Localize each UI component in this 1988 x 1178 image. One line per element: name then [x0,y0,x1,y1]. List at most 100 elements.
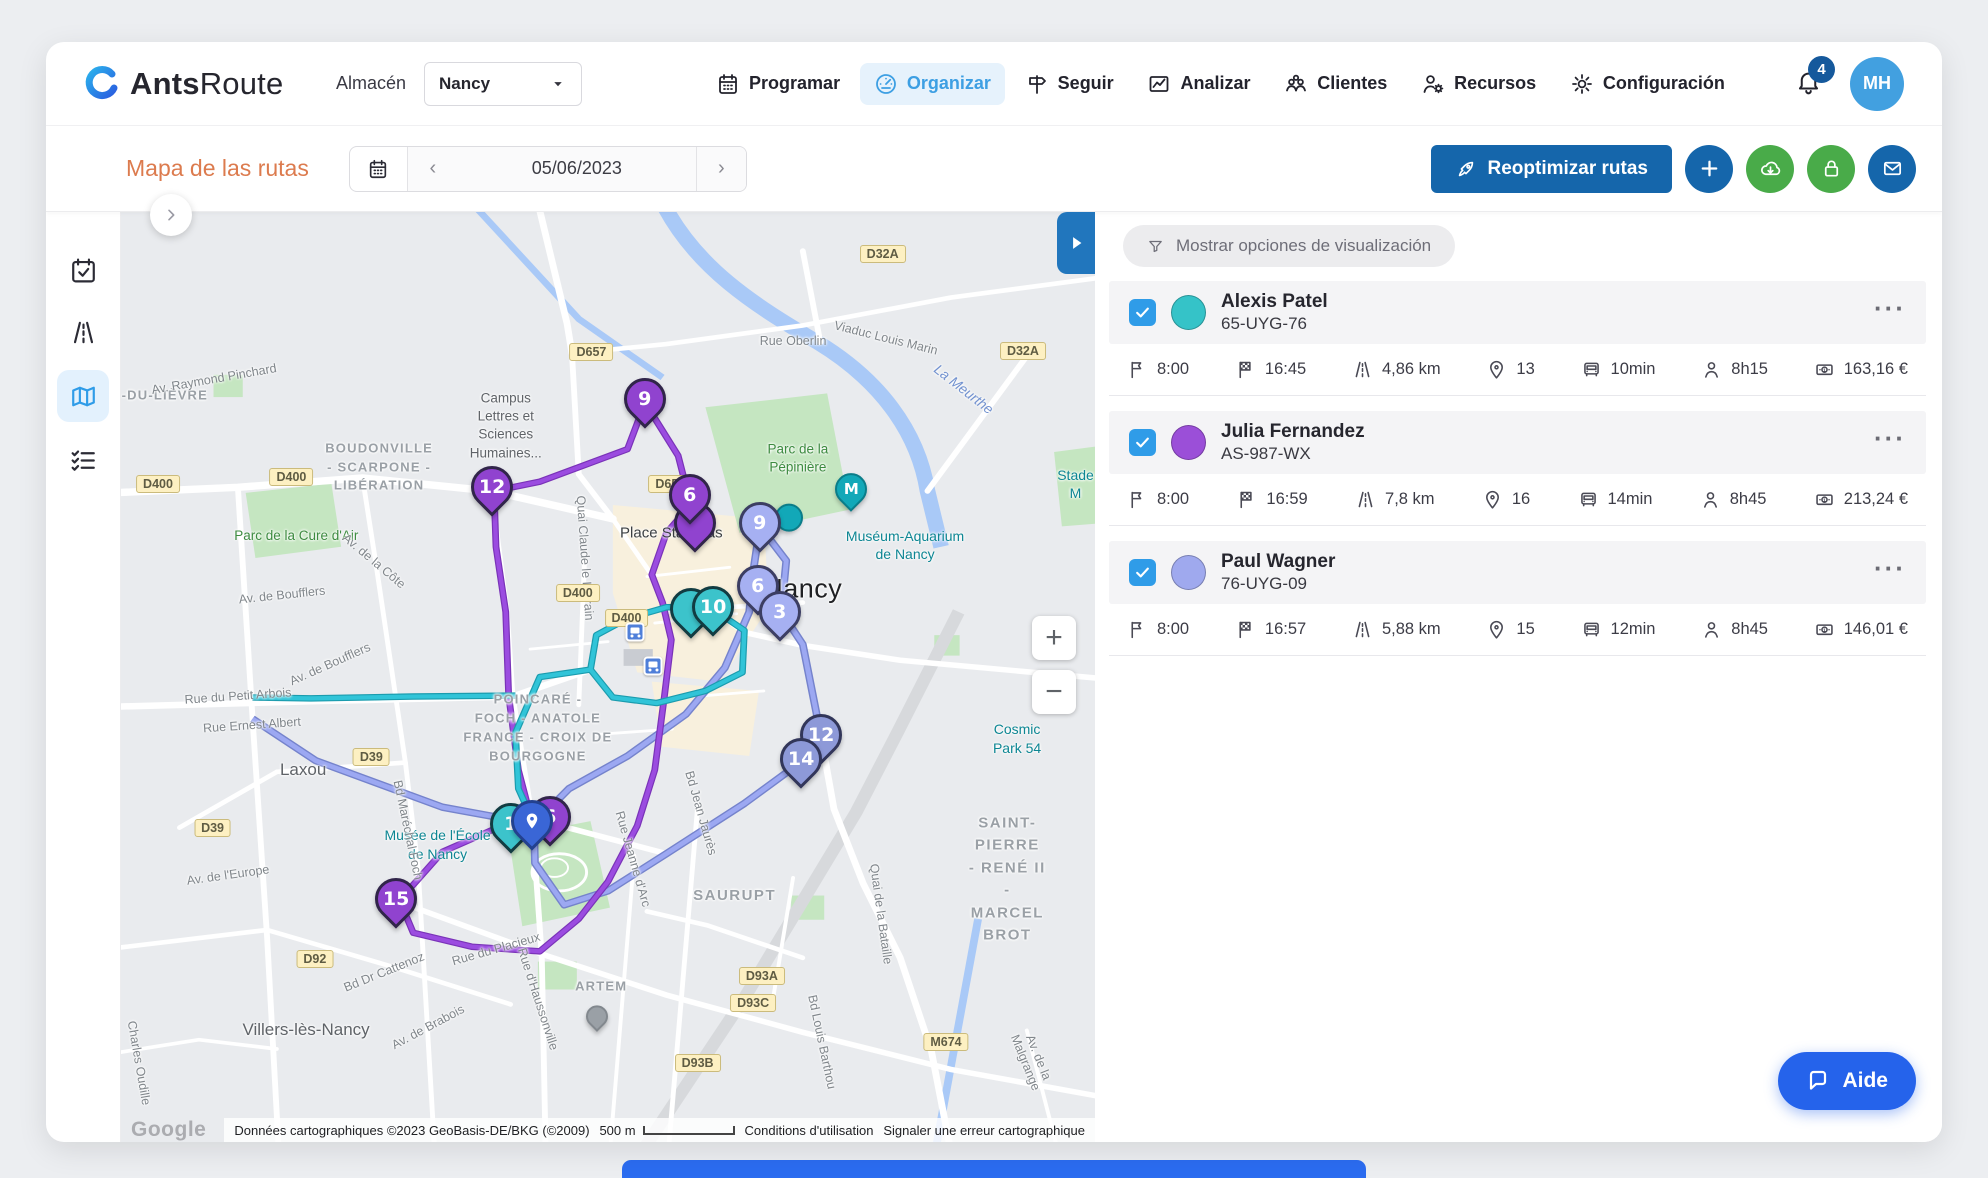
nav-analizar[interactable]: Analizar [1133,63,1264,105]
stop-pin[interactable]: 9 [615,368,675,429]
page-title: Mapa de las rutas [126,155,309,181]
people-icon [1284,72,1308,96]
map-markers: M91269631012146115 [121,212,1095,1142]
stat-end-time: 16:45 [1235,359,1306,380]
nav-recursos[interactable]: Recursos [1407,63,1550,105]
calendar-button[interactable] [350,146,408,191]
map-icon [69,382,98,411]
route-card-header: Alexis Patel 65-UYG-76 ··· [1109,281,1926,344]
finish-flag-icon [1235,359,1256,380]
map-pin-icon [1486,359,1507,380]
terms-link[interactable]: Conditions d'utilisation [744,1123,873,1138]
warehouse-value: Nancy [439,73,491,93]
route-checkbox[interactable] [1129,559,1156,586]
date-prev-button[interactable]: ‹ [407,146,458,191]
driver-info: Paul Wagner 76-UYG-09 [1221,550,1335,596]
antsroute-logo-icon [85,65,118,99]
map-attribution: Données cartographiques ©2023 GeoBasis-D… [234,1122,590,1138]
stop-pin[interactable]: 12 [462,457,522,517]
map-collapse-tab[interactable] [1057,212,1095,274]
route-color-dot [1171,425,1206,460]
stop-pin[interactable]: 14 [771,729,831,790]
vehicle-plate: 76-UYG-09 [1221,574,1307,594]
warehouse-select[interactable]: Nancy [424,61,583,106]
sidebar-item-map[interactable] [57,370,109,422]
envelope-icon [1881,157,1904,180]
vehicle-plate: AS-987-WX [1221,444,1311,464]
stop-pin[interactable]: 10 [683,577,743,637]
sidebar-item-routes[interactable] [57,308,109,356]
nav-organizar[interactable]: Organizar [859,62,1005,105]
notifications-button[interactable]: 4 [1795,55,1835,100]
gauge-icon [874,72,898,96]
expand-panel-button[interactable] [150,194,192,236]
route-checkbox[interactable] [1129,299,1156,326]
top-navigation: AntsRoute Almacén Nancy Programar Organi… [46,42,1942,126]
attribution-chips: Données cartographiques ©2023 GeoBasis-D… [224,1118,1095,1142]
send-email-button[interactable] [1868,144,1916,193]
banknote-icon [1814,359,1835,380]
route-stats: 8:00 16:45 4,86 km 13 10min 8h15 163,16 … [1109,344,1926,396]
sidebar-item-planning[interactable] [57,246,109,294]
check-icon [1134,434,1151,451]
stop-pin[interactable]: 3 [750,581,811,642]
brand-logo: AntsRoute [84,66,336,102]
reoptimize-routes-button[interactable]: Reoptimizar rutas [1430,144,1672,193]
stat-stops: 15 [1486,619,1535,640]
stop-pin[interactable]: 15 [365,869,426,929]
map-scale: 500 m [599,1123,735,1138]
route-map[interactable]: -DU-LIÈVRE BOUDONVILLE - SCARPONE - LIBÉR… [121,212,1095,1142]
route-menu-button[interactable]: ··· [1874,555,1906,581]
toolbar-actions: Reoptimizar rutas [1430,144,1916,193]
stat-distance: 4,86 km [1352,359,1441,380]
person-icon [1701,359,1722,380]
lock-button[interactable] [1807,144,1855,193]
add-button[interactable] [1685,144,1733,193]
scale-line [642,1125,735,1135]
route-card: Julia Fernandez AS-987-WX ··· 8:00 16:59… [1109,411,1926,526]
report-error-link[interactable]: Signaler une erreur cartographique [883,1123,1085,1138]
route-checkbox[interactable] [1129,429,1156,456]
play-icon [1066,233,1086,253]
map-zoom-controls: + − [1032,616,1076,714]
date-value[interactable]: 05/06/2023 [457,146,696,191]
help-button[interactable]: Aide [1778,1052,1916,1110]
stat-start-time: 8:00 [1127,619,1189,640]
stat-drive-time: 12min [1581,619,1656,640]
driver-info: Alexis Patel 65-UYG-76 [1221,290,1328,336]
date-next-button[interactable]: › [695,146,746,191]
nav-programar[interactable]: Programar [702,63,854,105]
stat-cost: 163,16 € [1814,359,1908,380]
sidebar-item-list[interactable] [57,436,109,484]
route-menu-button[interactable]: ··· [1874,425,1906,451]
person-gear-icon [1421,72,1445,96]
zoom-in-button[interactable]: + [1032,616,1076,660]
stop-pin[interactable]: 6 [660,465,720,525]
nav-right-cluster: 4 MH [1795,55,1904,111]
road-icon [1352,359,1373,380]
nav-clientes[interactable]: Clientes [1270,63,1401,105]
nav-seguir[interactable]: Seguir [1011,63,1128,105]
van-icon [1581,619,1602,640]
poi-pin[interactable] [581,1001,613,1033]
route-menu-button[interactable]: ··· [1874,295,1906,321]
warehouse-group: Almacén Nancy [336,61,583,106]
poi-pin[interactable]: M [827,466,874,512]
routes-panel: Mostrar opciones de visualización Alexis… [1095,212,1942,1142]
route-color-dot [1171,555,1206,590]
road-icon [1352,619,1373,640]
stat-drive-time: 10min [1581,359,1656,380]
user-avatar[interactable]: MH [1850,56,1904,111]
export-button[interactable] [1746,144,1794,193]
display-options-button[interactable]: Mostrar opciones de visualización [1123,225,1456,267]
cloud-download-icon [1759,157,1782,180]
chart-icon [1147,72,1171,96]
current-location-pin[interactable] [502,791,562,851]
stop-pin[interactable]: 9 [730,493,790,553]
finish-flag-icon [1235,619,1256,640]
lock-icon [1820,157,1843,180]
zoom-out-button[interactable]: − [1032,670,1076,714]
stat-cost: 213,24 € [1814,489,1908,510]
nav-configuracion[interactable]: Configuración [1556,63,1739,105]
chat-bubble-icon [1806,1069,1830,1093]
